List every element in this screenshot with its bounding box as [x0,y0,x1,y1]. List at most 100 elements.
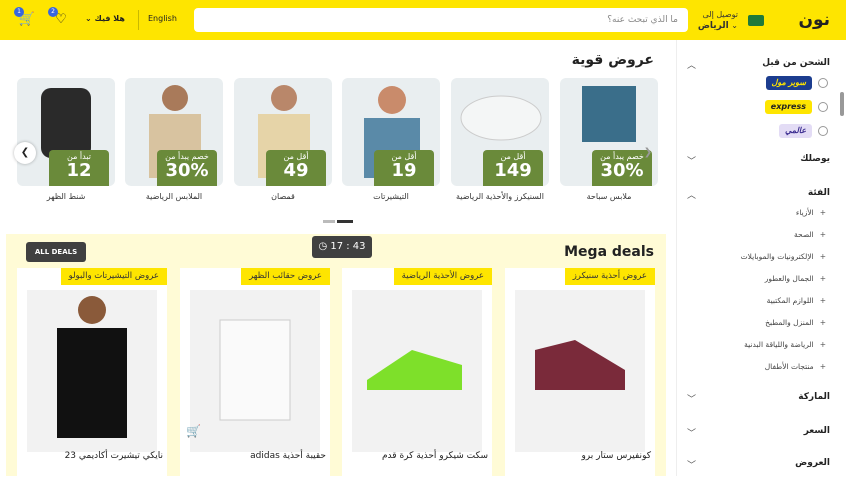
noon-logo[interactable]: نون [798,10,830,30]
promo-card[interactable]: خصم يبدأ من 30% [125,78,223,186]
promo-tag: تبدأ من 12 [49,150,109,186]
promo-tag: أقل من 19 [374,150,434,186]
deliver-filter-title: يوصلك [800,154,830,164]
category-item[interactable]: الجمال والعطور + [765,274,826,283]
chevron-down-icon[interactable]: ﹀ [687,154,696,167]
category-item[interactable]: المنزل والمطبخ + [765,318,826,327]
wishlist-badge: 2 [48,7,58,17]
deal-tag: عروض الأحذية الرياضية [393,268,492,285]
category-item[interactable]: اللوازم المكتبية + [767,296,826,305]
promo-tag-value: 149 [494,160,532,181]
chevron-up-icon[interactable]: ︿ [687,58,696,71]
promo-label: الملابس الرياضية [145,192,203,201]
converse-shoes-image [515,290,645,452]
express-tag: express [764,100,812,114]
deal-tag: عروض حقائب الظهر [241,268,330,285]
promo-card[interactable]: خصم يبدأ من 30% [560,78,658,186]
football-boots-image [352,290,482,452]
category-title: الفئة [807,188,830,198]
cart-badge: 1 [14,7,24,17]
category-label: المنزل والمطبخ [765,318,814,327]
add-to-cart-icon[interactable]: 🛒 [186,424,201,438]
chevron-down-icon: ⌄ [85,14,92,23]
deal-card[interactable]: عروض الأحذية الرياضية سكت شيكرو أحذية كر… [342,268,492,478]
search-placeholder: ما الذي تبحث عنه؟ [607,15,678,25]
deal-card[interactable]: عروض أحذية سنيكرز كونفيرس ستار برو [505,268,655,478]
chevron-up-icon[interactable]: ︿ [687,188,696,201]
global-tag: عالمي [779,124,812,138]
radio-global[interactable] [818,126,828,136]
deal-name: كونفيرس ستار برو [581,451,651,461]
radio-express[interactable] [818,102,828,112]
wishlist-icon[interactable]: ♡ 2 [48,7,70,29]
account-label: هلا فيك [94,14,125,23]
promo-tag-value: 49 [283,160,309,181]
cart-icon[interactable]: 🛒 1 [14,7,36,29]
plus-icon: + [819,296,826,305]
all-deals-button[interactable]: ALL DEALS [26,242,86,262]
carousel-prev-button[interactable]: ❮ [14,142,36,164]
category-item[interactable]: الإلكترونيات والموبايلات + [741,252,826,261]
brand-title: الماركة [798,392,830,402]
carousel-dots [323,220,353,223]
category-item[interactable]: منتجات الأطفال + [765,362,826,371]
promo-card[interactable]: أقل من 149 [451,78,549,186]
supermall-tag: سوبر مول [765,76,812,90]
chevron-down-icon[interactable]: ﹀ [687,392,696,405]
category-label: منتجات الأطفال [764,362,814,371]
category-label: الجمال والعطور [764,274,814,283]
saudi-flag-icon [748,15,764,26]
price-title: السعر [803,426,830,436]
timer-value: 17 : 43 [330,241,366,252]
scrollbar[interactable] [840,92,844,116]
category-label: الصحة [793,230,814,239]
search-input[interactable]: ما الذي تبحث عنه؟ [194,8,688,32]
plus-icon: + [819,340,826,349]
category-item[interactable]: الصحة + [794,230,826,239]
promo-card[interactable]: تبدأ من 12 [17,78,115,186]
top-bar: نون توصيل إلى الرياض ⌄ ما الذي تبحث عنه؟… [0,0,846,40]
promo-tag: خصم يبدأ من 30% [157,150,217,186]
plus-icon: + [819,318,826,327]
deal-card[interactable]: عروض التيشيرتات والبولو نايكي تيشيرت أكا… [17,268,167,478]
shipping-title: الشحن من قبل [762,58,830,68]
chevron-down-icon: ⌄ [731,21,738,30]
language-toggle[interactable]: English [148,14,177,23]
mega-deals-title: Mega deals [564,244,654,260]
category-label: اللوازم المكتبية [766,296,814,305]
deals-filter-title: العروض [795,458,830,468]
radio-supermall[interactable] [818,78,828,88]
deal-card[interactable]: عروض حقائب الظهر adidas حقيبة أحذية 🛒 [180,268,330,478]
promo-card[interactable]: أقل من 19 [342,78,440,186]
divider [138,10,139,30]
plus-icon: + [819,208,826,217]
deal-name: سكت شيكرو أحذية كرة قدم [381,451,488,461]
promo-label: شنط الظهر [46,192,86,201]
clock-icon: ◷ [318,241,328,252]
chevron-down-icon[interactable]: ﹀ [687,426,696,439]
deal-timer: ◷ 17 : 43 [312,236,372,258]
plus-icon: + [819,274,826,283]
promo-tag-value: 30% [165,160,209,181]
plus-icon: + [819,230,826,239]
carousel-next-button[interactable]: ❯ [641,142,655,164]
deal-tag: عروض التيشيرتات والبولو [60,268,167,285]
category-label: الأزياء [795,208,814,217]
deal-tag: عروض أحذية سنيكرز [564,268,655,285]
category-label: الإلكترونيات والموبايلات [740,252,814,261]
promo-label: التيشيرتات [373,192,409,201]
category-item[interactable]: الأزياء + [796,208,826,217]
account-menu[interactable]: ⌄ هلا فيك [85,14,125,23]
deal-name: adidas حقيبة أحذية [250,451,326,461]
deliver-to[interactable]: توصيل إلى الرياض ⌄ [698,9,738,32]
chevron-down-icon[interactable]: ﹀ [687,458,696,471]
promo-tag: أقل من 149 [483,150,543,186]
category-item[interactable]: الرياضة واللياقة البدنية + [744,340,826,349]
promo-card[interactable]: أقل من 49 [234,78,332,186]
deliver-city: الرياض [697,21,729,31]
promo-tag: أقل من 49 [266,150,326,186]
plus-icon: + [819,362,826,371]
plus-icon: + [819,252,826,261]
filter-sidebar: الشحن من قبل ︿ سوبر مول express عالمي يو… [676,40,846,476]
deal-name: نايكي تيشيرت أكاديمي 23 [64,451,163,461]
